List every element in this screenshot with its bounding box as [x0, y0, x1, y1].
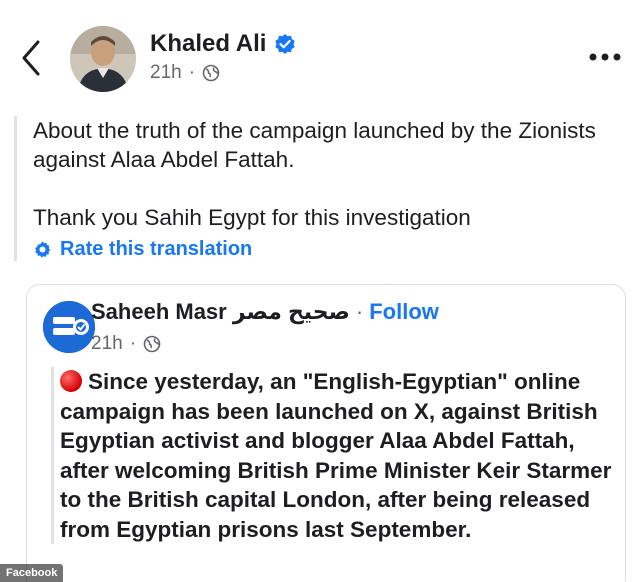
post-header: Khaled Ali 21h · — [0, 0, 634, 110]
verified-badge-icon — [275, 34, 296, 54]
shared-meta: 21h · — [91, 333, 161, 355]
red-circle-icon — [60, 370, 82, 392]
follow-button[interactable]: Follow — [369, 299, 439, 325]
globe-icon — [143, 335, 161, 353]
author-avatar[interactable] — [70, 26, 136, 92]
watermark-label: Facebook — [6, 567, 58, 579]
author-name[interactable]: Khaled Ali — [150, 30, 266, 58]
post-text: About the truth of the campaign launched… — [33, 118, 596, 230]
saheeh-masr-logo[interactable] — [43, 301, 95, 353]
shared-post-card[interactable]: Saheeh Masr صحيح مصر · Follow 21h · Sinc… — [26, 284, 626, 582]
rate-translation-label: Rate this translation — [60, 238, 253, 260]
title-separator: · — [355, 299, 364, 324]
shared-title-row: Saheeh Masr صحيح مصر · Follow — [91, 299, 439, 325]
post-time[interactable]: 21h — [150, 62, 182, 84]
source-watermark: Facebook — [0, 564, 64, 582]
more-icon[interactable] — [588, 50, 622, 64]
post-meta: 21h · — [150, 62, 220, 84]
rate-translation-link[interactable]: Rate this translation — [33, 238, 634, 261]
shared-post-body: Since yesterday, an "English-Egyptian" o… — [60, 369, 612, 542]
gear-icon — [35, 241, 51, 258]
shared-page-name[interactable]: Saheeh Masr صحيح مصر — [91, 299, 350, 325]
shared-post-text: Since yesterday, an "English-Egyptian" o… — [51, 367, 621, 544]
meta-separator: · — [188, 62, 196, 83]
post-body: About the truth of the campaign launched… — [14, 116, 634, 261]
meta-separator: · — [129, 333, 137, 354]
shared-post-time[interactable]: 21h — [91, 333, 123, 355]
back-chevron-icon[interactable] — [14, 38, 50, 78]
globe-icon — [202, 64, 220, 82]
